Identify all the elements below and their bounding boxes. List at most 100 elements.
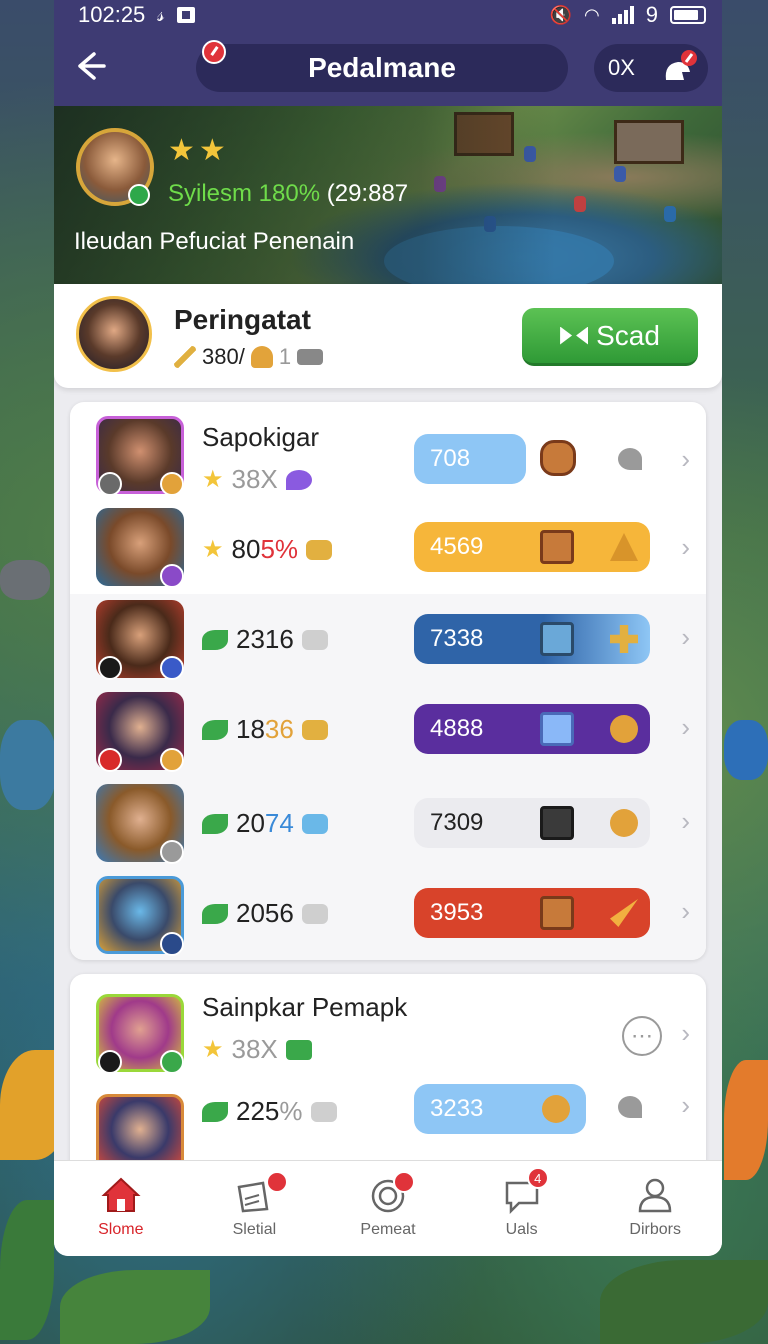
card-icon <box>297 349 324 365</box>
cross-icon <box>610 625 638 653</box>
flag-icon <box>618 1096 642 1118</box>
value-pill: 4888 <box>414 704 650 754</box>
notification-icon <box>176 7 195 23</box>
list-item[interactable]: ★ 80 5% 4569 › <box>70 502 706 594</box>
chevron-right-icon[interactable]: › <box>681 806 690 837</box>
sync-icon: 𝓈 <box>157 3 165 26</box>
arrow-up-icon <box>610 533 638 561</box>
signal-icon <box>611 6 634 24</box>
gold-pouch-icon <box>610 809 638 837</box>
player-name: Peringatat <box>174 304 311 335</box>
nav-home[interactable]: Slome <box>54 1161 188 1256</box>
hero-stars: ★ ★ <box>168 136 226 166</box>
gold-pouch-icon <box>542 1095 570 1123</box>
chevron-right-icon[interactable]: › <box>681 532 690 563</box>
page-title-text: Pedalmane <box>308 52 456 83</box>
back-button[interactable] <box>72 48 112 88</box>
crate-icon <box>540 440 576 476</box>
chevron-right-icon[interactable]: › <box>681 622 690 653</box>
value-pill: 3233 <box>414 1084 586 1134</box>
bone-icon <box>301 719 328 740</box>
leaf-icon <box>202 1101 228 1122</box>
bottom-nav: Slome Sletial Pemeat 4 Uals Dirbors <box>54 1160 722 1256</box>
bone-icon <box>306 539 333 560</box>
hero-stat: Syilesm 180% (29:887 <box>168 180 409 207</box>
star-icon: ★ <box>202 535 224 563</box>
edit-badge-icon <box>202 40 226 64</box>
back-arrow-icon <box>78 52 106 80</box>
value-pill: 3953 <box>414 888 650 938</box>
check-badge-icon <box>160 564 184 588</box>
bone-icon <box>301 903 328 924</box>
home-icon <box>101 1177 141 1212</box>
bow-icon <box>560 325 588 347</box>
hero-list-secondary: Sainpkar Pemapk ★ 38X ⋯ › 225% 3233 › <box>70 974 706 1174</box>
more-button[interactable]: ⋯ <box>622 1016 662 1056</box>
value-pill: 708 <box>414 434 526 484</box>
gold-badge-icon <box>160 1050 184 1074</box>
app-header: Pedalmane 0X <box>54 30 722 106</box>
flag-icon <box>618 448 642 470</box>
star-icon: ★ <box>202 465 224 493</box>
hero-list: Sapokigar ★ 38X 708 › ★ 80 5% 4569 › 231… <box>70 402 706 960</box>
nav-target[interactable]: Pemeat <box>321 1161 455 1256</box>
leaf-icon <box>202 629 228 650</box>
player-avatar[interactable] <box>76 296 152 372</box>
value-pill: 4569 <box>414 522 650 572</box>
bone-icon <box>310 1101 337 1122</box>
battery-percent: 9 <box>645 2 658 27</box>
list-item[interactable]: 2316 7338 › <box>70 594 706 686</box>
gold-badge-icon <box>160 472 184 496</box>
value-pill: 7338 <box>414 614 650 664</box>
status-time: 102:25 <box>78 2 146 27</box>
hero-subtitle: Ileudan Pefuciat Penenain <box>74 228 355 255</box>
notification-dot <box>393 1171 416 1193</box>
sword-icon <box>174 346 196 368</box>
nav-profile[interactable]: Dirbors <box>588 1161 722 1256</box>
chevron-right-icon[interactable]: › <box>681 1018 690 1049</box>
ox-label: 0X <box>608 55 635 80</box>
star-icon: ★ <box>198 134 226 167</box>
check-badge-icon <box>160 840 184 864</box>
status-bar: 102:25 𝓈 🔇 ◠ 9 <box>54 0 722 30</box>
list-item[interactable]: Sainpkar Pemapk ★ 38X ⋯ › <box>70 988 706 1080</box>
chest-icon <box>540 806 574 840</box>
boot-icon <box>250 346 273 368</box>
battery-icon <box>670 6 706 24</box>
star-icon: ★ <box>202 1035 224 1063</box>
purple-gem-icon <box>285 469 312 490</box>
crystal-box-icon <box>540 712 574 746</box>
player-card: Peringatat 380/ 1 Scad <box>54 284 722 388</box>
green-gem-icon <box>285 1039 312 1060</box>
sword-badge-icon <box>98 656 122 680</box>
wifi-icon: ◠ <box>584 4 600 25</box>
level-badge-icon <box>160 656 184 680</box>
chevron-right-icon[interactable]: › <box>681 1090 690 1121</box>
list-item[interactable]: 18 36 4888 › <box>70 686 706 778</box>
list-item[interactable]: 20 74 7309 › <box>70 778 706 870</box>
list-item[interactable]: 2056 3953 › <box>70 870 706 960</box>
star-icon: ★ <box>168 134 195 167</box>
ox-button[interactable]: 0X <box>594 44 708 92</box>
gold-pouch-icon <box>610 715 638 743</box>
ox-helmet-icon <box>665 50 697 80</box>
value-pill: 7309 <box>414 798 650 848</box>
list-item-title: Sapokigar <box>202 422 320 452</box>
person-icon <box>638 1178 672 1213</box>
nav-social[interactable]: Sletial <box>188 1161 322 1256</box>
sword-badge-icon <box>98 1050 122 1074</box>
chat-badge: 4 <box>526 1167 549 1189</box>
level-badge-icon <box>160 932 184 956</box>
leaf-icon <box>202 903 228 924</box>
edit-badge-icon <box>265 1171 288 1193</box>
page-title[interactable]: Pedalmane <box>196 40 568 92</box>
chevron-right-icon[interactable]: › <box>681 896 690 927</box>
more-icon: ⋯ <box>631 1023 653 1048</box>
nav-chat[interactable]: 4 Uals <box>455 1161 589 1256</box>
scad-button[interactable]: Scad <box>522 308 698 366</box>
player-stats: 380/ 1 <box>174 344 324 370</box>
chevron-right-icon[interactable]: › <box>681 712 690 743</box>
chevron-right-icon[interactable]: › <box>681 444 690 475</box>
crate-icon <box>540 896 574 930</box>
list-item[interactable]: Sapokigar ★ 38X 708 › <box>70 410 706 502</box>
